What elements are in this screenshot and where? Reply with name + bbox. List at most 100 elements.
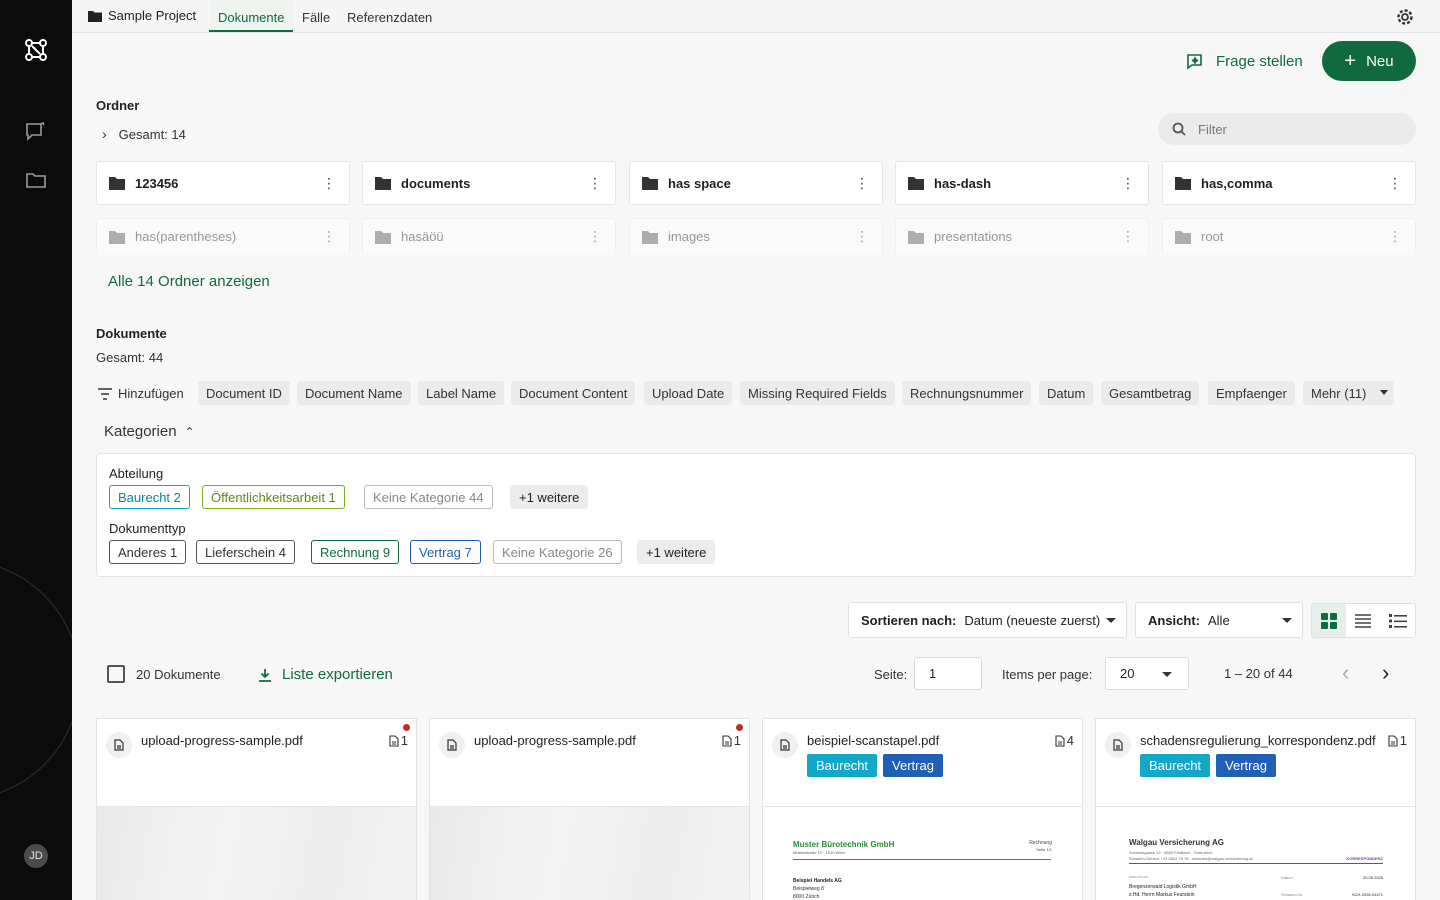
settings-gear-icon[interactable]	[1396, 8, 1414, 26]
filter-input[interactable]: Filter	[1158, 113, 1416, 145]
folder-card[interactable]: has(parentheses) ⋮	[96, 218, 350, 254]
folder-card[interactable]: images ⋮	[629, 218, 883, 254]
preview-text: Schaden-Nr.	[1281, 892, 1304, 897]
document-card[interactable]: upload-progress-sample.pdf 1	[429, 718, 750, 900]
category-group-title: Abteilung	[109, 466, 164, 481]
add-filter-button[interactable]: Hinzufügen	[98, 386, 184, 401]
folders-total: Gesamt: 14	[118, 126, 186, 142]
folder-card[interactable]: hasäöü ⋮	[362, 218, 616, 254]
folder-card[interactable]: has,comma ⋮	[1162, 161, 1416, 205]
folder-card[interactable]: has space ⋮	[629, 161, 883, 205]
more-categories-button[interactable]: +1 weitere	[510, 485, 589, 509]
chat-icon[interactable]	[22, 118, 50, 146]
folder-icon	[908, 230, 924, 244]
logo-icon[interactable]	[22, 36, 50, 64]
more-vert-icon[interactable]: ⋮	[585, 228, 605, 245]
sort-select[interactable]: Sortieren nach: Datum (neueste zuerst)	[848, 602, 1127, 638]
document-card[interactable]: upload-progress-sample.pdf 1	[96, 718, 417, 900]
page-range: 1 – 20 of 44	[1224, 666, 1293, 681]
more-vert-icon[interactable]: ⋮	[852, 175, 872, 192]
document-label[interactable]: Baurecht	[1140, 754, 1211, 777]
items-per-page-select[interactable]: 20	[1105, 657, 1189, 690]
folder-card[interactable]: has-dash ⋮	[895, 161, 1149, 205]
tab-referenzdaten[interactable]: Referenzdaten	[347, 0, 432, 32]
folder-card[interactable]: presentations ⋮	[895, 218, 1149, 254]
filter-chip[interactable]: Document Name	[297, 381, 411, 405]
folder-card[interactable]: documents ⋮	[362, 161, 616, 205]
document-name: schadensregulierung_korrespondenz.pdf	[1140, 733, 1376, 748]
next-page-icon[interactable]: ›	[1382, 662, 1389, 684]
sidebar-decoration	[0, 560, 72, 800]
category-tag[interactable]: Rechnung 9	[311, 540, 400, 564]
export-list-button[interactable]: Liste exportieren	[258, 666, 393, 683]
category-tag[interactable]: Baurecht 2	[109, 485, 190, 509]
filter-chip[interactable]: Rechnungsnummer	[902, 381, 1032, 405]
preview-text: 20.06.2026	[1362, 875, 1383, 880]
filter-lines-icon	[98, 387, 112, 400]
document-label[interactable]: Vertrag	[1216, 754, 1276, 777]
document-card[interactable]: schadensregulierung_korrespondenz.pdf 1 …	[1095, 718, 1416, 900]
filter-chip[interactable]: Label Name	[418, 381, 505, 405]
folder-card[interactable]: 123456 ⋮	[96, 161, 350, 205]
filter-chip[interactable]: Gesamtbetrag	[1101, 381, 1200, 405]
project-breadcrumb[interactable]: Sample Project	[88, 8, 196, 23]
category-tag[interactable]: Keine Kategorie 26	[493, 540, 622, 564]
category-tag[interactable]: Keine Kategorie 44	[364, 485, 493, 509]
filter-placeholder: Filter	[1198, 121, 1227, 137]
preview-text: 8000 Zürich	[793, 894, 820, 900]
folder-icon	[1175, 177, 1191, 190]
more-vert-icon[interactable]: ⋮	[585, 175, 605, 192]
folders-expand-toggle[interactable]: › Gesamt: 14	[102, 126, 186, 142]
document-label[interactable]: Vertrag	[883, 754, 943, 777]
filter-chip[interactable]: Datum	[1039, 381, 1094, 405]
compact-list-view-icon[interactable]	[1346, 604, 1380, 637]
avatar[interactable]: JD	[24, 844, 48, 868]
category-tag[interactable]: Anderes 1	[109, 540, 187, 564]
category-group-title: Dokumenttyp	[109, 521, 186, 536]
sort-label: Sortieren nach:	[861, 612, 957, 628]
previous-page-icon[interactable]: ‹	[1342, 662, 1349, 684]
new-button-label: Neu	[1366, 52, 1394, 70]
document-card[interactable]: beispiel-scanstapel.pdf 4 Baurecht Vertr…	[762, 718, 1083, 900]
folder-icon	[375, 230, 391, 244]
filter-chip[interactable]: Missing Required Fields	[740, 381, 895, 405]
category-tag[interactable]: Öffentlichkeitsarbeit 1	[202, 485, 345, 509]
folder-card[interactable]: root ⋮	[1162, 218, 1416, 254]
filter-chip[interactable]: Document ID	[198, 381, 290, 405]
view-select[interactable]: Ansicht: Alle	[1135, 602, 1303, 638]
more-vert-icon[interactable]: ⋮	[319, 228, 339, 245]
filter-chip[interactable]: Empfaenger	[1208, 381, 1295, 405]
more-vert-icon[interactable]: ⋮	[1118, 175, 1138, 192]
select-all-checkbox[interactable]	[107, 665, 125, 683]
more-vert-icon[interactable]: ⋮	[1385, 228, 1405, 245]
filter-chip[interactable]: Upload Date	[644, 381, 733, 405]
more-filters-chip[interactable]: Mehr (11)	[1303, 381, 1395, 405]
view-mode-toggle	[1311, 603, 1416, 638]
tab-dokumente[interactable]: Dokumente	[209, 0, 293, 32]
document-label[interactable]: Baurecht	[807, 754, 878, 777]
more-categories-button[interactable]: +1 weitere	[637, 540, 716, 564]
document-name: beispiel-scanstapel.pdf	[807, 733, 940, 748]
top-navigation: Sample Project Dokumente Fälle Referenzd…	[72, 0, 1440, 33]
more-vert-icon[interactable]: ⋮	[319, 175, 339, 192]
download-icon	[259, 668, 271, 682]
category-tag[interactable]: Vertrag 7	[410, 540, 481, 564]
more-vert-icon[interactable]: ⋮	[1385, 175, 1405, 192]
show-all-folders-link[interactable]: Alle 14 Ordner anzeigen	[108, 273, 270, 290]
more-vert-icon[interactable]: ⋮	[852, 228, 872, 245]
detail-list-view-icon[interactable]	[1381, 604, 1415, 637]
items-per-page-value: 20	[1120, 666, 1135, 681]
new-button[interactable]: + Neu	[1322, 41, 1416, 81]
more-vert-icon[interactable]: ⋮	[1118, 228, 1138, 245]
page-input[interactable]: 1	[914, 657, 982, 690]
folder-name: images	[668, 229, 710, 244]
folder-name: 123456	[135, 175, 179, 191]
folder-icon[interactable]	[22, 166, 50, 194]
categories-toggle[interactable]: Kategorien ⌃	[104, 423, 195, 440]
plus-icon: +	[1344, 50, 1357, 72]
filter-chip[interactable]: Document Content	[511, 381, 636, 405]
ask-question-button[interactable]: Frage stellen	[1186, 52, 1303, 70]
tab-faelle[interactable]: Fälle	[302, 0, 330, 32]
grid-view-icon[interactable]	[1312, 604, 1347, 637]
category-tag[interactable]: Lieferschein 4	[196, 540, 295, 564]
